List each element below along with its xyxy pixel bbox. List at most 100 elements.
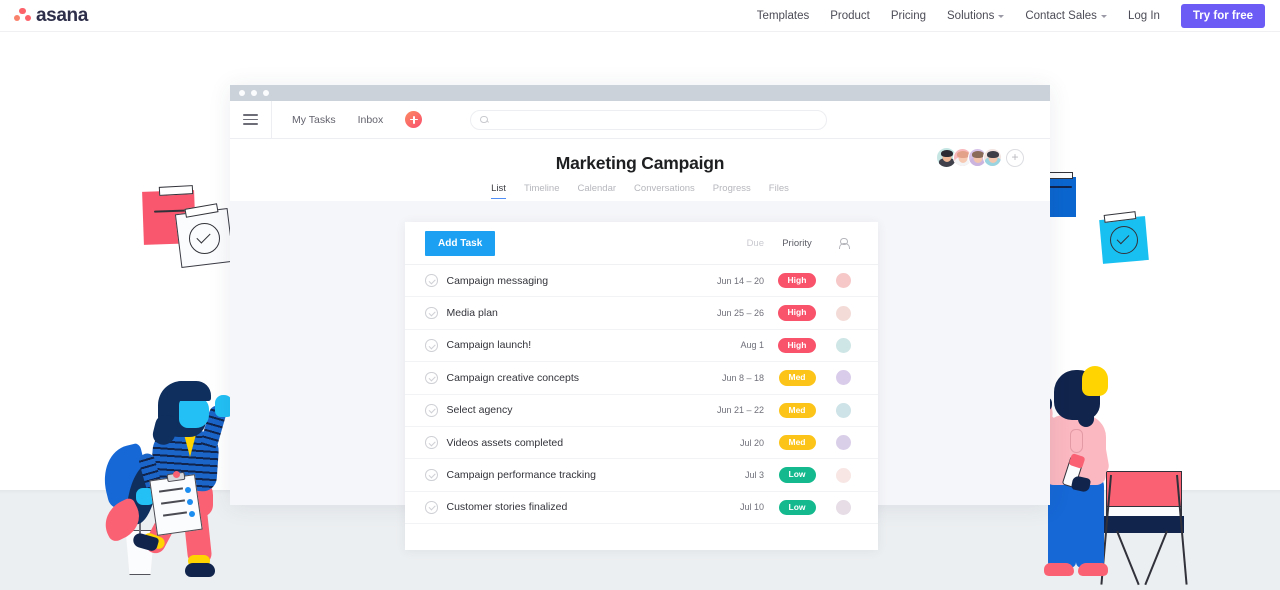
menu-icon[interactable] — [230, 101, 272, 139]
tab-timeline[interactable]: Timeline — [524, 183, 560, 199]
tab-files[interactable]: Files — [769, 183, 789, 199]
task-assignee[interactable] — [830, 403, 856, 418]
task-due-date: Jul 20 — [692, 438, 764, 448]
asana-logo[interactable]: asana — [14, 5, 88, 27]
avatar-hair — [957, 151, 969, 158]
tab-conversations[interactable]: Conversations — [634, 183, 695, 199]
asana-logo-text: asana — [36, 5, 88, 27]
nav-link-pricing[interactable]: Pricing — [891, 10, 926, 22]
task-assignee[interactable] — [830, 435, 856, 450]
task-complete-checkbox[interactable] — [425, 501, 438, 514]
task-priority[interactable]: Med — [764, 435, 830, 450]
tab-calendar[interactable]: Calendar — [577, 183, 616, 199]
window-minimize-dot[interactable] — [251, 90, 257, 96]
task-complete-checkbox[interactable] — [425, 436, 438, 449]
chevron-down-icon — [1101, 15, 1107, 18]
task-priority[interactable]: High — [764, 305, 830, 320]
chair-seat — [1098, 516, 1184, 533]
nav-link-contact-sales[interactable]: Contact Sales — [1025, 10, 1107, 22]
person-left-face — [179, 397, 209, 428]
try-for-free-button[interactable]: Try for free — [1181, 4, 1265, 28]
search-icon — [480, 116, 488, 124]
nav-link-label: Pricing — [891, 10, 926, 22]
add-task-button[interactable]: Add Task — [425, 231, 495, 256]
task-list-card: Add Task Due Priority Campaign messaging… — [405, 222, 878, 550]
person-right-shoe-right — [1078, 563, 1108, 576]
table-row[interactable]: Campaign messagingJun 14 – 20High — [405, 265, 878, 297]
add-member-button[interactable]: + — [1006, 149, 1024, 167]
clipboard-checkbox — [187, 499, 193, 505]
task-complete-checkbox[interactable] — [425, 372, 438, 385]
table-row[interactable]: Videos assets completedJul 20Med — [405, 427, 878, 459]
window-maximize-dot[interactable] — [263, 90, 269, 96]
task-priority[interactable]: Med — [764, 403, 830, 418]
task-complete-checkbox[interactable] — [425, 404, 438, 417]
nav-link-label: Solutions — [947, 10, 994, 22]
app-nav-my-tasks[interactable]: My Tasks — [292, 114, 336, 126]
project-tabs: List Timeline Calendar Conversations Pro… — [230, 183, 1050, 199]
site-top-navigation: asana Templates Product Pricing Solution… — [0, 0, 1280, 32]
task-name: Select agency — [447, 404, 513, 416]
top-nav-links: Templates Product Pricing Solutions Cont… — [757, 4, 1265, 28]
sweater-detail — [1070, 429, 1083, 453]
quick-add-icon[interactable] — [405, 111, 422, 128]
task-name: Media plan — [447, 307, 498, 319]
task-assignee[interactable] — [830, 500, 856, 515]
task-priority[interactable]: High — [764, 273, 830, 288]
window-close-dot[interactable] — [239, 90, 245, 96]
task-assignee[interactable] — [830, 306, 856, 321]
nav-link-log-in[interactable]: Log In — [1128, 10, 1160, 22]
sticky-notes-right — [1044, 168, 1154, 268]
task-assignee[interactable] — [830, 468, 856, 483]
page-title: Marketing Campaign — [230, 153, 1050, 174]
chair-leg — [1116, 531, 1140, 586]
task-assignee[interactable] — [830, 370, 856, 385]
nav-link-templates[interactable]: Templates — [757, 10, 809, 22]
nav-link-product[interactable]: Product — [830, 10, 870, 22]
task-name: Customer stories finalized — [447, 501, 568, 513]
task-complete-checkbox[interactable] — [425, 274, 438, 287]
person-right-hair-highlight — [1082, 366, 1108, 396]
search-input[interactable] — [470, 110, 827, 130]
avatar — [836, 306, 851, 321]
status-badge: High — [778, 305, 817, 320]
task-priority[interactable]: High — [764, 338, 830, 353]
app-nav-inbox[interactable]: Inbox — [358, 114, 384, 126]
tab-list[interactable]: List — [491, 183, 506, 199]
task-complete-checkbox[interactable] — [425, 469, 438, 482]
avatar — [836, 338, 851, 353]
task-name: Campaign messaging — [447, 275, 549, 287]
avatar — [836, 273, 851, 288]
task-list-header: Add Task Due Priority — [405, 222, 878, 265]
task-complete-checkbox[interactable] — [425, 307, 438, 320]
table-row[interactable]: Campaign launch!Aug 1High — [405, 330, 878, 362]
task-name: Campaign creative concepts — [447, 372, 580, 384]
asana-app-window: My Tasks Inbox Marketing Campaign List T… — [230, 85, 1050, 505]
table-row[interactable]: Campaign creative conceptsJun 8 – 18Med — [405, 362, 878, 394]
task-assignee[interactable] — [830, 338, 856, 353]
task-priority[interactable]: Med — [764, 370, 830, 385]
task-assignee[interactable] — [830, 273, 856, 288]
task-priority[interactable]: Low — [764, 500, 830, 515]
task-name: Campaign launch! — [447, 339, 532, 351]
nav-link-label: Templates — [757, 10, 809, 22]
tape-icon — [159, 185, 193, 196]
avatar-hair — [972, 151, 984, 158]
task-complete-checkbox[interactable] — [425, 339, 438, 352]
person-left-shoe-front — [185, 563, 215, 577]
column-header-due: Due — [692, 238, 764, 249]
table-row[interactable]: Customer stories finalizedJul 10Low — [405, 492, 878, 524]
clipboard — [149, 474, 202, 536]
status-badge: High — [778, 273, 817, 288]
clipboard-checkbox — [185, 487, 191, 493]
avatar[interactable] — [983, 148, 1002, 167]
project-header: Marketing Campaign List Timeline Calenda… — [230, 139, 1050, 201]
person-left-fringe — [167, 381, 211, 401]
nav-link-solutions[interactable]: Solutions — [947, 10, 1004, 22]
tab-progress[interactable]: Progress — [713, 183, 751, 199]
table-row[interactable]: Select agency Jun 21 – 22Med — [405, 395, 878, 427]
task-due-date: Jun 21 – 22 — [692, 405, 764, 415]
table-row[interactable]: Campaign performance trackingJul 3Low — [405, 459, 878, 491]
task-priority[interactable]: Low — [764, 467, 830, 482]
table-row[interactable]: Media planJun 25 – 26High — [405, 297, 878, 329]
